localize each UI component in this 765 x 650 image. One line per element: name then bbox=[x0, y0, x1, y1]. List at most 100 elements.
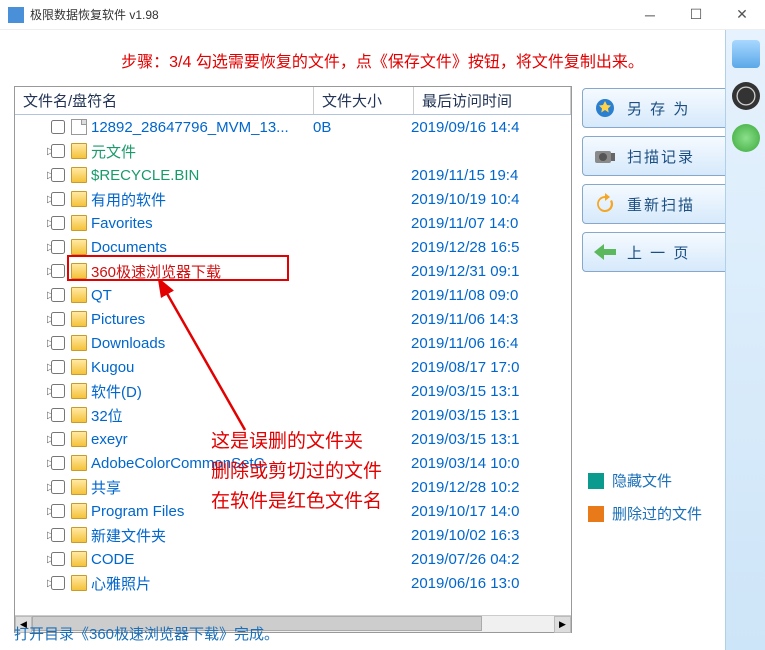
file-checkbox[interactable] bbox=[51, 192, 65, 206]
col-header-date[interactable]: 最后访问时间 bbox=[414, 87, 571, 114]
expander-icon[interactable]: ▷ bbox=[15, 194, 47, 205]
file-name: 心雅照片 bbox=[91, 573, 311, 594]
file-row[interactable]: ▷Program Files2019/10/17 14:0 bbox=[15, 499, 571, 523]
file-checkbox[interactable] bbox=[51, 552, 65, 566]
file-row[interactable]: ▷Favorites2019/11/07 14:0 bbox=[15, 211, 571, 235]
file-checkbox[interactable] bbox=[51, 504, 65, 518]
expander-icon[interactable]: ▷ bbox=[15, 290, 47, 301]
expander-icon[interactable]: ▷ bbox=[15, 242, 47, 253]
file-checkbox[interactable] bbox=[51, 432, 65, 446]
file-row[interactable]: ▷QT2019/11/08 09:0 bbox=[15, 283, 571, 307]
file-row[interactable]: ▷ 共享 2019/12/28 10:2 bbox=[15, 475, 571, 499]
file-date: 2019/12/31 09:1 bbox=[411, 263, 571, 280]
expander-icon[interactable]: ▷ bbox=[15, 458, 47, 469]
file-name: Documents bbox=[91, 239, 311, 256]
col-header-name[interactable]: 文件名/盘符名 bbox=[15, 87, 314, 114]
file-list[interactable]: 12892_28647796_MVM_13...0B2019/09/16 14:… bbox=[15, 115, 571, 615]
folder-icon bbox=[71, 527, 87, 543]
expander-icon[interactable]: ▷ bbox=[15, 170, 47, 181]
file-row[interactable]: ▷Documents2019/12/28 16:5 bbox=[15, 235, 571, 259]
file-checkbox[interactable] bbox=[51, 360, 65, 374]
minimize-button[interactable]: ─ bbox=[627, 0, 673, 30]
expander-icon[interactable]: ▷ bbox=[15, 386, 47, 397]
file-name: 共享 bbox=[91, 477, 311, 498]
file-checkbox[interactable] bbox=[51, 288, 65, 302]
file-row[interactable]: ▷有用的软件2019/10/19 10:4 bbox=[15, 187, 571, 211]
qq-icon[interactable] bbox=[732, 82, 760, 110]
file-row[interactable]: ▷AdobeColorCommonSetC...2019/03/14 10:0 bbox=[15, 451, 571, 475]
scroll-right-button[interactable]: ▶ bbox=[554, 616, 571, 633]
file-checkbox[interactable] bbox=[51, 408, 65, 422]
window-title: 极限数据恢复软件 v1.98 bbox=[30, 6, 627, 23]
camera-icon bbox=[593, 144, 617, 168]
file-size: 0B bbox=[311, 119, 411, 136]
maximize-button[interactable]: ☐ bbox=[673, 0, 719, 30]
expander-icon[interactable]: ▷ bbox=[15, 506, 47, 517]
file-checkbox[interactable] bbox=[51, 336, 65, 350]
close-button[interactable]: ✕ bbox=[719, 0, 765, 30]
file-checkbox[interactable] bbox=[51, 576, 65, 590]
col-header-size[interactable]: 文件大小 bbox=[314, 87, 414, 114]
file-checkbox[interactable] bbox=[51, 384, 65, 398]
expander-icon[interactable]: ▷ bbox=[15, 434, 47, 445]
file-name: 元文件 bbox=[91, 141, 311, 162]
file-row[interactable]: ▷ exeyr 2019/03/15 13:1 bbox=[15, 427, 571, 451]
expander-icon[interactable]: ▷ bbox=[15, 554, 47, 565]
expander-icon[interactable]: ▷ bbox=[15, 410, 47, 421]
file-date: 2019/11/06 16:4 bbox=[411, 335, 571, 352]
expander-icon[interactable]: ▷ bbox=[15, 338, 47, 349]
file-checkbox[interactable] bbox=[51, 240, 65, 254]
file-name: exeyr bbox=[91, 431, 311, 448]
legend-hidden-label: 隐藏文件 bbox=[612, 470, 672, 491]
file-row[interactable]: ▷Downloads2019/11/06 16:4 bbox=[15, 331, 571, 355]
folder-icon bbox=[71, 287, 87, 303]
folder-icon bbox=[71, 383, 87, 399]
file-checkbox[interactable] bbox=[51, 456, 65, 470]
status-bar: 打开目录《360极速浏览器下载》完成。 bbox=[14, 623, 279, 644]
file-checkbox[interactable] bbox=[51, 144, 65, 158]
file-checkbox[interactable] bbox=[51, 480, 65, 494]
file-row[interactable]: ▷心雅照片2019/06/16 13:0 bbox=[15, 571, 571, 595]
file-name: AdobeColorCommonSetC... bbox=[91, 455, 311, 472]
expander-icon[interactable]: ▷ bbox=[15, 482, 47, 493]
file-date: 2019/07/26 04:2 bbox=[411, 551, 571, 568]
expander-icon[interactable]: ▷ bbox=[15, 314, 47, 325]
file-date: 2019/12/28 10:2 bbox=[411, 479, 571, 496]
file-checkbox[interactable] bbox=[51, 168, 65, 182]
expander-icon[interactable]: ▷ bbox=[15, 362, 47, 373]
file-row[interactable]: ▷Pictures2019/11/06 14:3 bbox=[15, 307, 571, 331]
file-row[interactable]: ▷软件(D)2019/03/15 13:1 bbox=[15, 379, 571, 403]
file-checkbox[interactable] bbox=[51, 312, 65, 326]
app-icon bbox=[8, 7, 24, 23]
file-date: 2019/03/15 13:1 bbox=[411, 383, 571, 400]
file-icon bbox=[71, 119, 87, 135]
file-date: 2019/11/06 14:3 bbox=[411, 311, 571, 328]
file-row[interactable]: ▷新建文件夹2019/10/02 16:3 bbox=[15, 523, 571, 547]
expander-icon[interactable]: ▷ bbox=[15, 530, 47, 541]
file-date: 2019/11/15 19:4 bbox=[411, 167, 571, 184]
file-row[interactable]: ▷ 元文件 bbox=[15, 139, 571, 163]
file-row[interactable]: ▷CODE2019/07/26 04:2 bbox=[15, 547, 571, 571]
expander-icon[interactable]: ▷ bbox=[15, 266, 47, 277]
expander-icon[interactable]: ▷ bbox=[15, 146, 47, 157]
legend-deleted-label: 删除过的文件 bbox=[612, 503, 702, 524]
file-checkbox[interactable] bbox=[51, 216, 65, 230]
file-row[interactable]: 12892_28647796_MVM_13...0B2019/09/16 14:… bbox=[15, 115, 571, 139]
file-name: Favorites bbox=[91, 215, 311, 232]
refresh-icon bbox=[593, 192, 617, 216]
file-name: Program Files bbox=[91, 503, 311, 520]
expander-icon[interactable]: ▷ bbox=[15, 218, 47, 229]
folder-icon bbox=[71, 575, 87, 591]
file-checkbox[interactable] bbox=[51, 120, 65, 134]
file-checkbox[interactable] bbox=[51, 528, 65, 542]
table-header: 文件名/盘符名 文件大小 最后访问时间 bbox=[15, 87, 571, 115]
file-row[interactable]: ▷360极速浏览器下载2019/12/31 09:1 bbox=[15, 259, 571, 283]
file-row[interactable]: ▷32位2019/03/15 13:1 bbox=[15, 403, 571, 427]
help-icon[interactable] bbox=[732, 124, 760, 152]
expander-icon[interactable]: ▷ bbox=[15, 578, 47, 589]
file-checkbox[interactable] bbox=[51, 264, 65, 278]
tool-icon-1[interactable] bbox=[732, 40, 760, 68]
file-row[interactable]: ▷$RECYCLE.BIN2019/11/15 19:4 bbox=[15, 163, 571, 187]
file-row[interactable]: ▷Kugou2019/08/17 17:0 bbox=[15, 355, 571, 379]
file-date: 2019/03/15 13:1 bbox=[411, 431, 571, 448]
